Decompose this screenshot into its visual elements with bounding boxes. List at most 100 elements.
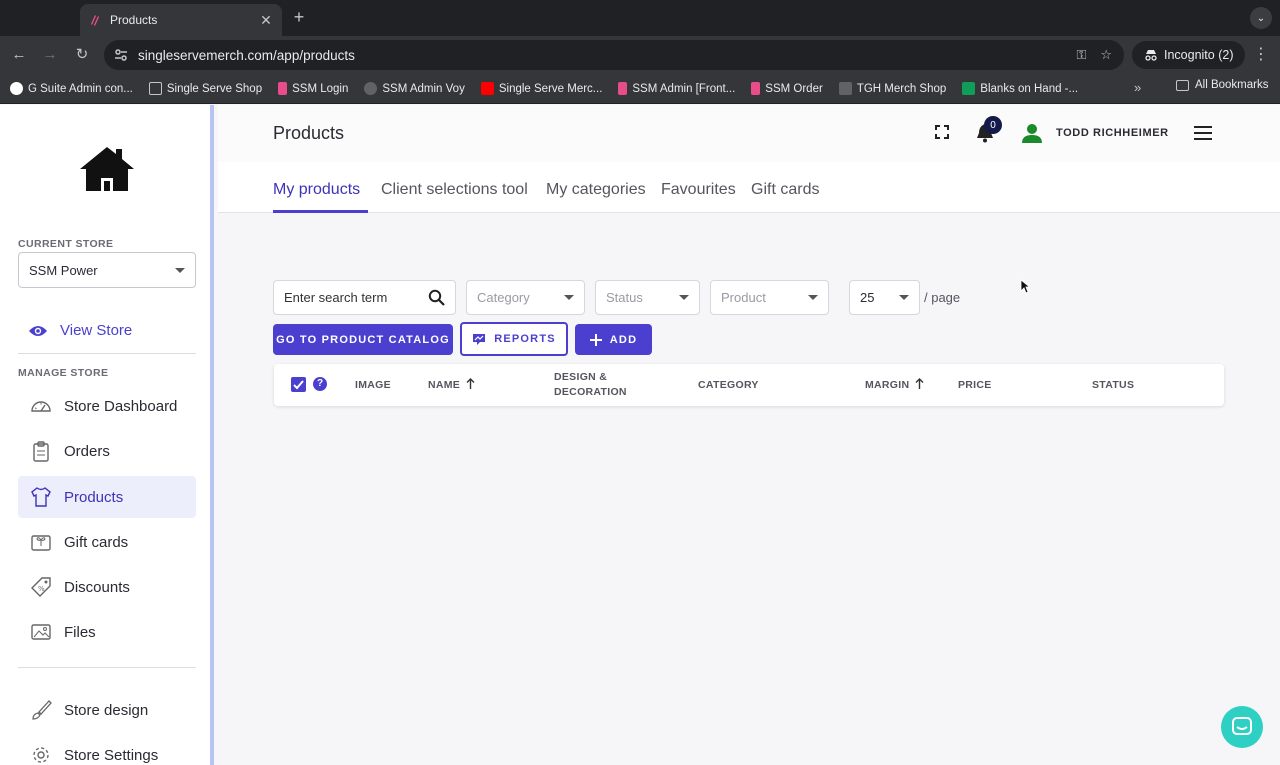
reload-icon[interactable]: ↻ [72,45,92,65]
tgh-icon [838,82,852,95]
sidebar-item-store-design[interactable]: Store design [18,689,196,731]
bookmark-item[interactable]: TGH Merch Shop [838,82,946,95]
incognito-indicator[interactable]: Incognito (2) [1132,41,1246,69]
add-product-button[interactable]: ADD [575,324,652,355]
column-margin[interactable]: MARGIN [865,378,924,393]
select-all-checkbox[interactable] [291,377,306,392]
brush-icon [32,700,52,720]
chevron-down-icon [175,267,185,273]
store-select[interactable]: SSM Power [18,252,196,288]
products-table-header: ? IMAGE NAME DESIGN & DECORATION CATEGOR… [274,364,1224,406]
product-tabs: My products Client selections tool My ca… [218,162,1280,213]
gear-icon [33,747,49,763]
search-box[interactable] [273,280,456,315]
plus-icon [589,333,602,346]
tab-favourites[interactable]: Favourites [661,181,736,199]
close-tab-icon[interactable]: ✕ [258,12,274,29]
tab-my-categories[interactable]: My categories [546,181,646,199]
url-text: singleservemerch.com/app/products [138,47,355,63]
home-logo-icon[interactable] [78,145,136,193]
site-info-icon[interactable] [114,48,128,62]
tab-search-icon[interactable]: ⌄ [1250,7,1272,29]
bookmark-item[interactable]: Blanks on Hand -... [962,82,1078,95]
sidebar-divider [18,667,196,668]
bookmark-item[interactable]: Single Serve Shop [148,82,262,95]
more-bookmarks-icon[interactable]: » [1134,80,1141,95]
bookmark-item[interactable]: SSM Order [751,82,823,95]
column-name[interactable]: NAME [428,378,475,393]
chat-launcher-button[interactable] [1221,706,1263,748]
browser-tab-title: Products [110,13,158,27]
bookmark-item[interactable]: SSM Login [278,82,348,95]
sidebar-item-store-dashboard[interactable]: Store Dashboard [18,385,196,427]
tab-client-selections-tool[interactable]: Client selections tool [381,181,528,199]
new-tab-icon[interactable]: + [289,7,309,28]
per-page-label: / page [924,290,961,305]
column-status: STATUS [1092,379,1135,391]
folder-icon [148,82,162,95]
hamburger-menu-icon[interactable] [1194,126,1212,140]
search-input[interactable] [284,290,414,305]
sidebar-divider [18,353,196,354]
bookmark-item[interactable]: Single Serve Merc... [480,82,602,95]
bookmark-item[interactable]: SSM Admin [Front... [618,82,735,95]
incognito-label: Incognito (2) [1164,48,1234,62]
column-price: PRICE [958,379,992,391]
chevron-down-icon [679,295,689,300]
active-tab-indicator [273,210,368,213]
browser-menu-icon[interactable]: ⋮ [1253,44,1269,64]
product-filter[interactable]: Product [710,280,829,315]
page-title: Products [273,123,345,143]
bookmark-item[interactable]: SSM Admin Voy [364,82,465,95]
category-filter[interactable]: Category [466,280,585,315]
sidebar-item-discounts[interactable]: % Discounts [18,566,196,608]
youtube-icon [480,82,494,95]
ssm-icon [278,82,288,95]
ssm-favicon-icon [91,15,99,26]
column-category: CATEGORY [698,379,759,391]
image-icon [31,624,51,640]
app-header: Products 0 TODD RICHHEIMER [218,105,1280,162]
sidebar: CURRENT STORE SSM Power View Store MANAG… [0,105,214,765]
checkmark-icon [293,380,304,390]
tag-icon: % [31,577,51,597]
sidebar-item-files[interactable]: Files [18,611,196,653]
all-bookmarks[interactable]: All Bookmarks [1176,79,1269,91]
bookmark-item[interactable]: G Suite Admin con... [10,82,133,95]
chevron-down-icon [899,295,909,300]
user-name[interactable]: TODD RICHHEIMER [1056,127,1169,139]
status-filter[interactable]: Status [595,280,700,315]
notification-badge: 0 [984,116,1002,134]
eye-icon [29,325,47,336]
sidebar-item-store-settings[interactable]: Store Settings [18,734,196,765]
clipboard-icon [33,441,49,462]
shirt-icon [31,487,51,507]
forward-icon[interactable]: → [40,45,60,65]
reports-button[interactable]: REPORTS [460,322,568,356]
sidebar-item-products[interactable]: Products [18,476,196,518]
column-image: IMAGE [355,379,391,391]
bookmark-star-icon[interactable]: ☆ [1100,47,1112,63]
password-key-icon[interactable]: ⚿ [1076,47,1086,63]
svg-text:%: % [38,585,45,593]
chat-icon [1232,717,1252,735]
browser-tab[interactable]: Products ✕ [80,4,282,36]
fullscreen-icon[interactable] [935,125,949,139]
tab-gift-cards[interactable]: Gift cards [751,181,819,199]
browser-tab-strip: Products ✕ + ⌄ [0,0,1280,36]
tab-my-products[interactable]: My products [273,181,360,199]
dashboard-icon [31,401,51,412]
page-size-select[interactable]: 25 [849,280,920,315]
search-icon[interactable] [428,289,445,306]
user-avatar-icon[interactable] [1022,123,1042,143]
go-to-product-catalog-button[interactable]: GO TO PRODUCT CATALOG [273,324,453,355]
store-select-value: SSM Power [29,262,98,278]
sidebar-item-gift-cards[interactable]: Gift cards [18,521,196,563]
back-icon[interactable]: ← [9,45,29,65]
sidebar-item-orders[interactable]: Orders [18,430,196,472]
ssm-icon [618,82,628,95]
view-store-link[interactable]: View Store [28,322,132,339]
help-icon[interactable]: ? [313,377,327,391]
google-icon [10,82,23,95]
address-bar[interactable]: singleservemerch.com/app/products ⚿ ☆ [104,40,1124,70]
